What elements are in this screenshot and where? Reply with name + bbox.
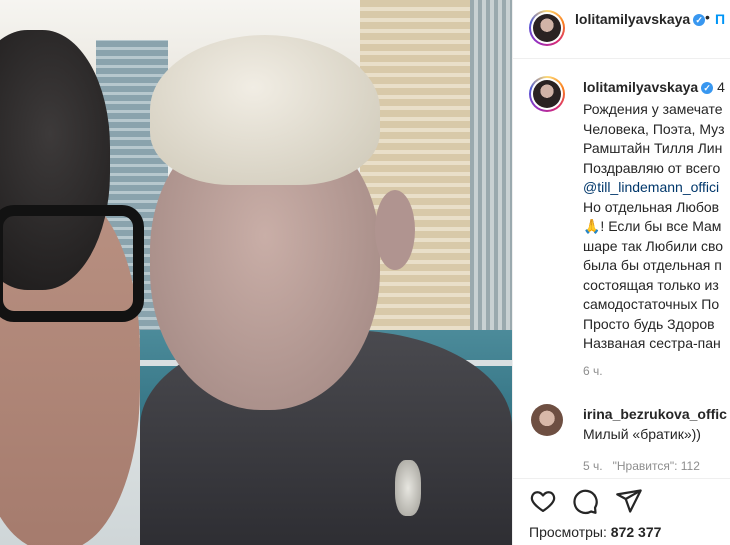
glasses <box>0 205 144 322</box>
man-hair <box>150 35 380 185</box>
caption-avatar[interactable] <box>529 76 565 112</box>
man-ear <box>375 190 415 270</box>
comment-bubble-icon[interactable] <box>571 487 599 515</box>
verified-icon: ✓ <box>701 82 714 94</box>
necklace-pendant <box>395 460 421 516</box>
caption-line: 🙏! Если бы все Мам <box>583 218 722 234</box>
commenter-username[interactable]: irina_bezrukova_offic <box>583 406 727 422</box>
author-username-text: lolitamilyavskaya <box>575 11 691 27</box>
caption-line: самодостаточных По <box>583 296 720 312</box>
action-bar: Просмотры: 872 377 <box>513 478 730 545</box>
caption-line: Названая сестра-пан <box>583 335 721 351</box>
post-header: lolitamilyavskaya ✓ • П <box>513 0 730 59</box>
caption-username[interactable]: lolitamilyavskaya ✓ 4 <box>583 79 725 95</box>
caption-line: Рождения у замечате <box>583 101 723 117</box>
author-avatar[interactable] <box>529 10 565 46</box>
avatar-image <box>533 80 561 108</box>
views-label: Просмотры: <box>529 524 607 540</box>
verified-icon: ✓ <box>693 14 706 26</box>
author-username[interactable]: lolitamilyavskaya ✓ <box>575 11 706 27</box>
header-separator: • <box>705 9 710 25</box>
caption-username-text: lolitamilyavskaya <box>583 79 699 95</box>
caption-line: была бы отдельная п <box>583 257 722 273</box>
caption-line: шаре так Любили сво <box>583 237 724 254</box>
comment-text: Милый «братик»)) <box>583 426 701 442</box>
caption-line: состоящая только из <box>583 276 719 293</box>
post-sidebar: lolitamilyavskaya ✓ • П lolitamilyavskaya… <box>512 0 730 545</box>
mention-link[interactable]: @till_lindemann_offici <box>583 178 730 198</box>
caption-timestamp[interactable]: 6 ч. <box>583 364 603 378</box>
views-count: Просмотры: 872 377 <box>529 524 661 540</box>
caption-line: Просто будь Здоров <box>583 315 715 332</box>
follow-button[interactable]: П <box>715 11 725 27</box>
caption-line: Рамштайн Тилля Лин <box>583 140 723 156</box>
caption-text: Рождения у замечате Человека, Поэта, Муз… <box>583 100 730 354</box>
caption-line: Человека, Поэта, Муз <box>583 120 725 137</box>
avatar-image <box>533 14 561 42</box>
skyscraper-right <box>360 0 480 370</box>
comment-meta: 5 ч. "Нравится": 112 <box>583 459 700 473</box>
caption-line: Но отдельная Любов <box>583 198 720 215</box>
heart-icon[interactable] <box>529 487 557 515</box>
caption-line: Поздравляю от всего <box>583 159 721 176</box>
comment-timestamp[interactable]: 5 ч. <box>583 459 603 473</box>
caption-block: lolitamilyavskaya ✓ 4 Рождения у замечате… <box>513 58 730 453</box>
views-number: 872 377 <box>610 524 662 540</box>
comment-likes[interactable]: "Нравится": 112 <box>613 459 700 473</box>
commenter-avatar[interactable] <box>531 404 563 436</box>
post-video[interactable] <box>0 0 512 545</box>
caption-username-trail: 4 <box>717 79 725 95</box>
paper-plane-icon[interactable] <box>615 487 643 515</box>
